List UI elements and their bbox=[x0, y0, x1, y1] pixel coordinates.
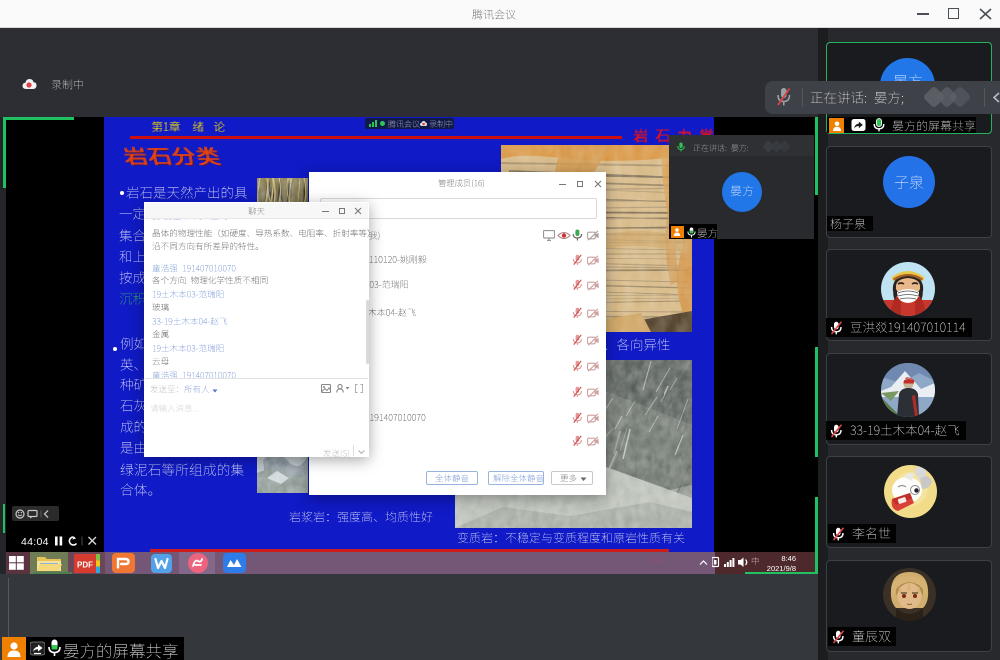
svg-text:PDF: PDF bbox=[77, 561, 93, 570]
